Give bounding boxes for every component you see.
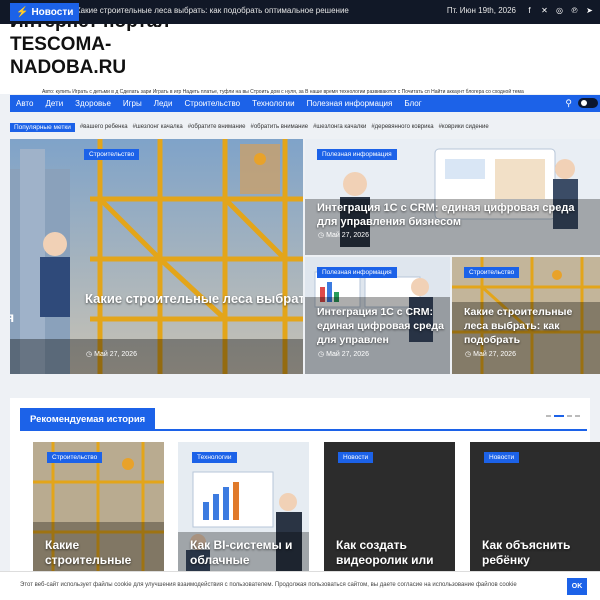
nav-item-construction[interactable]: Строительство <box>178 99 246 108</box>
hero-bottom-left-card[interactable]: Полезная информация Интеграция 1С с CRM:… <box>305 257 450 374</box>
hero-bottom-left-title[interactable]: Интеграция 1С с CRM: единая цифровая сре… <box>317 305 447 347</box>
hero-main-title[interactable]: Какие строительные леса выбрать: как под… <box>85 289 303 308</box>
nav-item-health[interactable]: Здоровье <box>69 99 117 108</box>
category-badge[interactable]: Технологии <box>192 452 237 463</box>
date-text: Май 27, 2026 <box>473 351 516 358</box>
hero-bottom-right-title[interactable]: Какие строительные леса выбрать: как под… <box>464 305 594 347</box>
news-badge[interactable]: ⚡ Новости <box>10 3 80 21</box>
hero-bottom-left-date: ◷ Май 27, 2026 <box>318 350 369 358</box>
tag-link[interactable]: #деревянного коврика <box>371 124 433 130</box>
date-text: Май 27, 2026 <box>326 351 369 358</box>
cookie-text: Этот веб-сайт использует файлы cookie дл… <box>20 582 517 588</box>
nav-item-auto[interactable]: Авто <box>10 99 39 108</box>
clock-icon: ◷ <box>318 232 327 239</box>
nav-item-lady[interactable]: Леди <box>148 99 179 108</box>
date-text: Май 27, 2026 <box>326 232 369 239</box>
clock-icon: ◷ <box>465 351 474 358</box>
hero-bottom-right-card[interactable]: Строительство Какие строительные леса вы… <box>452 257 600 374</box>
tag-link[interactable]: #обратите внимание <box>188 124 246 130</box>
sun-icon <box>581 100 587 106</box>
nav-item-technology[interactable]: Технологии <box>246 99 300 108</box>
category-badge[interactable]: Полезная информация <box>317 267 397 278</box>
recommended-card-title[interactable]: Как объяснить ребёнку <box>482 538 597 568</box>
x-icon[interactable]: ✕ <box>540 5 549 17</box>
tag-link[interactable]: #обратить внимание <box>250 124 308 130</box>
hero-top-right-title[interactable]: Интеграция 1С с CRM: единая цифровая сре… <box>317 201 587 229</box>
nav-item-kids[interactable]: Дети <box>39 99 69 108</box>
nav-item-games[interactable]: Игры <box>117 99 148 108</box>
hero-top-right-date: ◷ Май 27, 2026 <box>318 231 369 239</box>
hero-top-right-card[interactable]: Полезная информация Интеграция 1С с CRM:… <box>305 139 600 255</box>
news-ticker[interactable]: Какие строительные леса выбрать: как под… <box>76 6 349 15</box>
date-text: Май 27, 2026 <box>94 351 137 358</box>
recommended-heading: Рекомендуемая история <box>20 408 156 430</box>
recommended-card-title[interactable]: Как создать видеоролик или <box>336 538 451 568</box>
recommended-card-title[interactable]: Какие строительные <box>45 538 160 568</box>
scaffolding-image <box>10 139 303 374</box>
hero-left-edge-text: я <box>10 309 15 325</box>
hero-bottom-right-date: ◷ Май 27, 2026 <box>465 350 516 358</box>
carousel-dot[interactable] <box>554 415 564 417</box>
recommended-section: Рекомендуемая история Строительство Каки… <box>10 398 600 600</box>
site-header: Интернет портал TESCOMA-NADOBA.RU <box>0 24 600 88</box>
tag-link[interactable]: #шезлонга качалки <box>313 124 366 130</box>
current-date: Пт. Июн 19th, 2026 <box>446 6 516 15</box>
news-badge-label: Новости <box>31 6 74 18</box>
heading-underline <box>20 429 587 431</box>
tag-link[interactable]: #шезлонг качалка <box>133 124 183 130</box>
nav-item-useful-info[interactable]: Полезная информация <box>301 99 399 108</box>
hero-grid: Строительство я Какие строительные леса … <box>10 139 600 374</box>
carousel-dot[interactable] <box>567 415 572 417</box>
tags-label: Популярные метки <box>10 122 75 132</box>
hero-main-card[interactable]: Строительство я Какие строительные леса … <box>10 139 303 374</box>
social-links: f ✕ ◎ ℗ ➤ <box>525 5 594 17</box>
main-nav: Авто Дети Здоровье Игры Леди Строительст… <box>10 95 600 112</box>
category-badge[interactable]: Новости <box>484 452 520 463</box>
telegram-icon[interactable]: ➤ <box>585 5 594 17</box>
carousel-dots <box>546 415 580 417</box>
recommended-card-title[interactable]: Как BI-системы и облачные <box>190 538 305 568</box>
site-title[interactable]: Интернет портал TESCOMA-NADOBA.RU <box>10 24 210 79</box>
facebook-icon[interactable]: f <box>525 5 534 17</box>
clock-icon: ◷ <box>86 351 95 358</box>
popular-tags: Популярные метки #вашего ребенка #шезлон… <box>10 121 600 133</box>
category-badge[interactable]: Новости <box>338 452 374 463</box>
lightning-icon: ⚡ <box>16 6 29 18</box>
category-badge[interactable]: Строительство <box>464 267 520 278</box>
hero-main-date: ◷ Май 27, 2026 <box>86 350 137 358</box>
tag-link[interactable]: #коврики сидение <box>439 124 489 130</box>
category-badge[interactable]: Полезная информация <box>317 149 397 160</box>
carousel-dot[interactable] <box>575 415 580 417</box>
search-icon[interactable]: ⚲ <box>565 98 572 109</box>
clock-icon: ◷ <box>318 351 327 358</box>
tag-link[interactable]: #вашего ребенка <box>80 124 128 130</box>
cookie-accept-button[interactable]: OK <box>567 578 587 595</box>
pinterest-icon[interactable]: ℗ <box>570 5 579 17</box>
theme-toggle[interactable] <box>578 98 598 108</box>
category-badge[interactable]: Строительство <box>84 149 140 160</box>
instagram-icon[interactable]: ◎ <box>555 5 564 17</box>
nav-item-blog[interactable]: Блог <box>398 99 427 108</box>
cookie-banner: Этот веб-сайт использует файлы cookie дл… <box>0 571 600 600</box>
top-bar: ⚡ Новости Какие строительные леса выбрат… <box>0 0 600 24</box>
category-badge[interactable]: Строительство <box>47 452 103 463</box>
carousel-dot[interactable] <box>546 415 551 417</box>
